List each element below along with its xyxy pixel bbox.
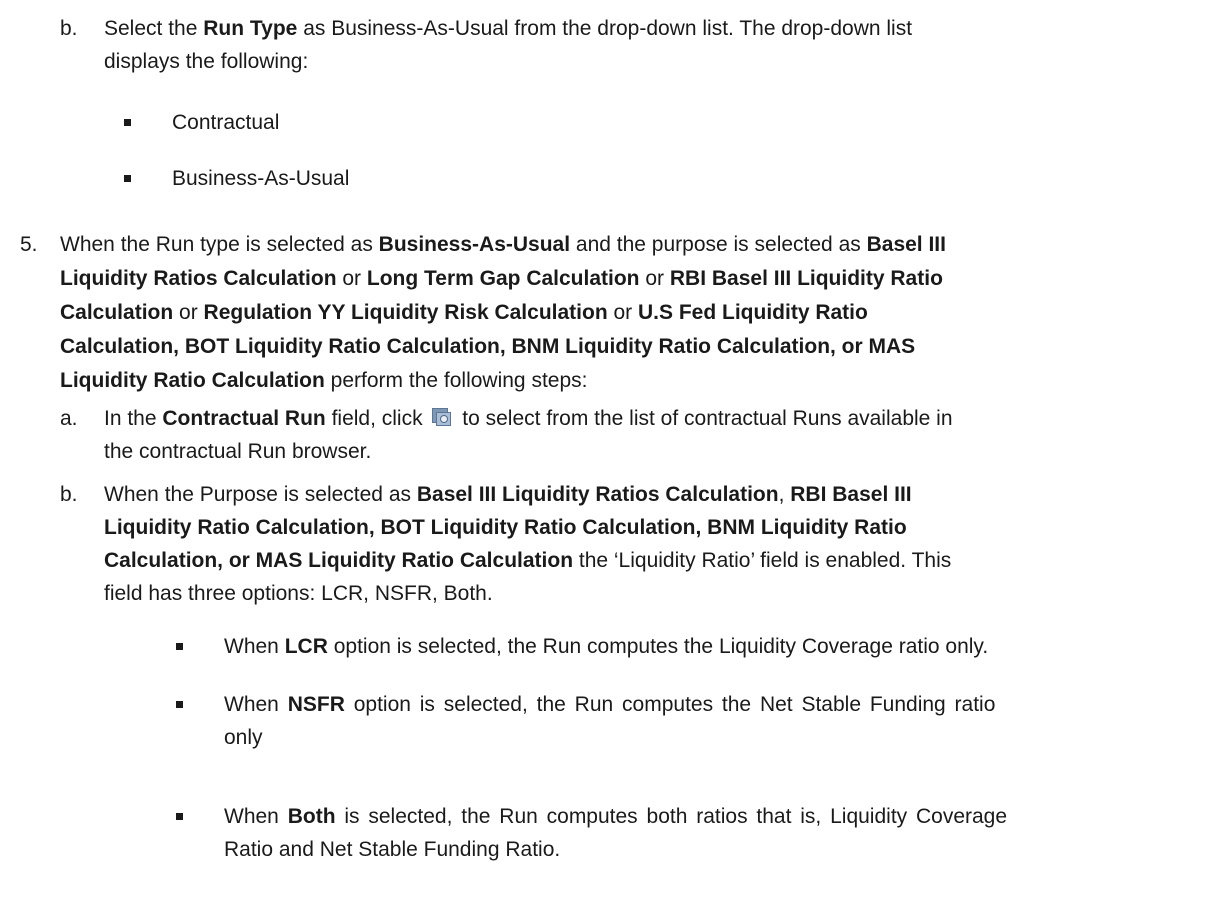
step-5b-line-1: When the Purpose is selected as Basel II… (104, 483, 912, 506)
step-5a-line-2: the contractual Run browser. (104, 440, 372, 463)
step-5-line-4: Calculation, BOT Liquidity Ratio Calcula… (60, 335, 916, 358)
step-marker: a. (60, 407, 78, 430)
step-5-line-2: Liquidity Ratios Calculation or Long Ter… (60, 267, 943, 290)
bullet-icon (176, 701, 183, 708)
bullet-icon (124, 119, 131, 126)
step-5-line-3: Calculation or Regulation YY Liquidity R… (60, 301, 868, 324)
step-5b-line-4: field has three options: LCR, NSFR, Both… (104, 582, 493, 605)
step-5b-line-3: Calculation, or MAS Liquidity Ratio Calc… (104, 549, 952, 572)
step-marker: b. (60, 483, 78, 506)
step-5-line-1: When the Run type is selected as Busines… (60, 233, 946, 256)
step-5-line-5: Liquidity Ratio Calculation perform the … (60, 369, 588, 392)
step-5a-line-1: In the Contractual Run field, click to s… (104, 407, 953, 430)
step-marker: b. (60, 17, 78, 40)
bullet-icon (176, 643, 183, 650)
document-page: b. Select the Run Type as Business-As-Us… (0, 0, 1220, 907)
browse-run-icon[interactable] (432, 408, 452, 426)
step-4b-line-1: Select the Run Type as Business-As-Usual… (104, 17, 913, 40)
step-marker: 5. (20, 233, 38, 256)
step-5b-line-2: Liquidity Ratio Calculation, BOT Liquidi… (104, 516, 907, 539)
bullet-icon (176, 813, 183, 820)
bullet-icon (124, 175, 131, 182)
step-4b-line-2: displays the following: (104, 50, 309, 73)
